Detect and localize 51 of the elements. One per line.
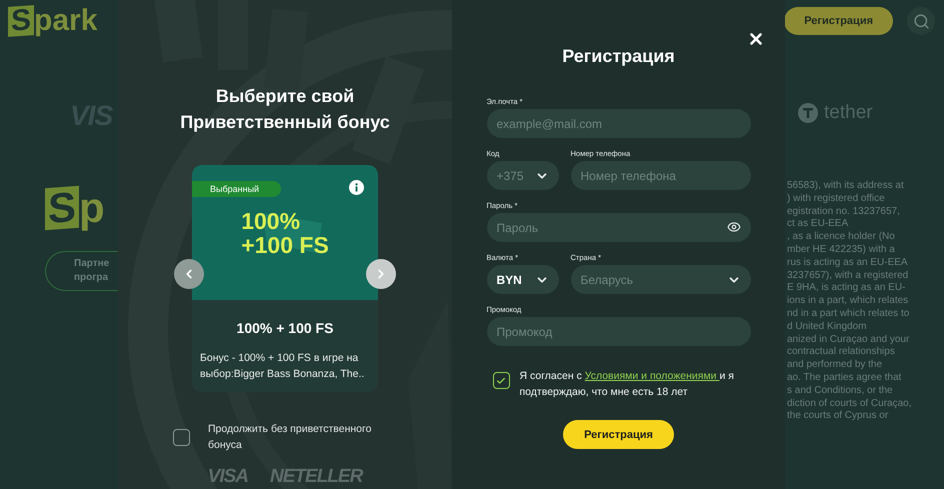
bonus-description: Бонус - 100% + 100 FS в игре на выбор:Bigger Bass Bonanza, The..: [199, 351, 366, 382]
bonus-name: 100% + 100 FS: [236, 320, 334, 336]
info-icon[interactable]: [349, 180, 364, 195]
legal-text: mber HE 422235) with a: [787, 244, 896, 257]
close-button[interactable]: [747, 30, 765, 48]
legal-text: , as a licence holder (No: [787, 231, 896, 244]
legal-text: egistration no. 13237657,: [787, 206, 901, 218]
legal-text: 3237657), with a registered: [787, 270, 910, 282]
search-icon: [912, 12, 930, 30]
select-field[interactable]: Беларусь: [570, 265, 750, 294]
checkbox[interactable]: [173, 428, 190, 446]
legal-text: s and Conditions, or the: [787, 384, 894, 398]
selected-badge: Выбранный: [192, 181, 282, 197]
legal-text: nd in a part which relates to: [787, 308, 910, 321]
check-icon: [496, 376, 506, 386]
legal-text: and performed by the: [787, 359, 884, 372]
legal-text: ct as EU-EEA: [787, 218, 850, 232]
legal-text: diction of courts of Curaçao,: [787, 398, 912, 410]
legal-text: E 9HA, is acting as an EU-: [787, 282, 906, 296]
legal-text: the courts of Cyprus or: [787, 410, 890, 424]
select-field[interactable]: +375: [486, 161, 558, 190]
submit-button[interactable]: Регистрация: [563, 420, 674, 449]
select-field[interactable]: BYN: [486, 265, 558, 294]
search-button[interactable]: [907, 7, 935, 35]
checkbox-label: Продолжить без приветственного бонуса: [208, 422, 372, 453]
form-title: Регистрация: [562, 46, 675, 67]
bonus-title: Выберите свой Приветственный бонус: [180, 85, 390, 134]
input-field[interactable]: Промокод: [486, 317, 750, 346]
legal-text: anized in Curaçao and your: [787, 334, 910, 346]
eye-icon[interactable]: [726, 220, 740, 234]
input-field[interactable]: example@mail.com: [486, 109, 750, 138]
legal-text: 56583), with its address at: [787, 180, 905, 193]
bonus-card[interactable]: Выбранный 100% +100 FS 100% + 100 FS Бонус - 100% + 100 FS в игре на выбор:Bigger Bass Bonanza, The..: [192, 165, 378, 392]
terms-text: Я согласен с Условиями и положениями и я подтверждаю, что мне есть 18 лет: [520, 369, 735, 400]
legal-text: ao. The parties agree that: [787, 372, 902, 385]
legal-text: rus is acting as an EU-EEA: [787, 256, 909, 270]
logo: S p: [45, 187, 105, 229]
logo[interactable]: S park: [8, 6, 98, 36]
bonus-headline: 100% +100 FS: [241, 208, 329, 256]
input-field[interactable]: Пароль: [486, 213, 750, 242]
legal-text: contractual relationships: [787, 346, 896, 360]
legal-text: ions in a part, which relates: [787, 295, 910, 308]
payment-logo: NETELLER: [270, 467, 362, 487]
register-button[interactable]: Регистрация: [784, 7, 893, 35]
legal-text: d United Kingdom: [787, 320, 868, 334]
legal-text: ) with registered office: [787, 192, 886, 206]
next-button[interactable]: [366, 259, 396, 289]
checkbox[interactable]: [492, 372, 510, 389]
terms-link[interactable]: Условиями и положениями: [584, 370, 720, 382]
input-field[interactable]: Номер телефона: [570, 161, 750, 190]
payment-logo: VISA: [208, 467, 248, 487]
